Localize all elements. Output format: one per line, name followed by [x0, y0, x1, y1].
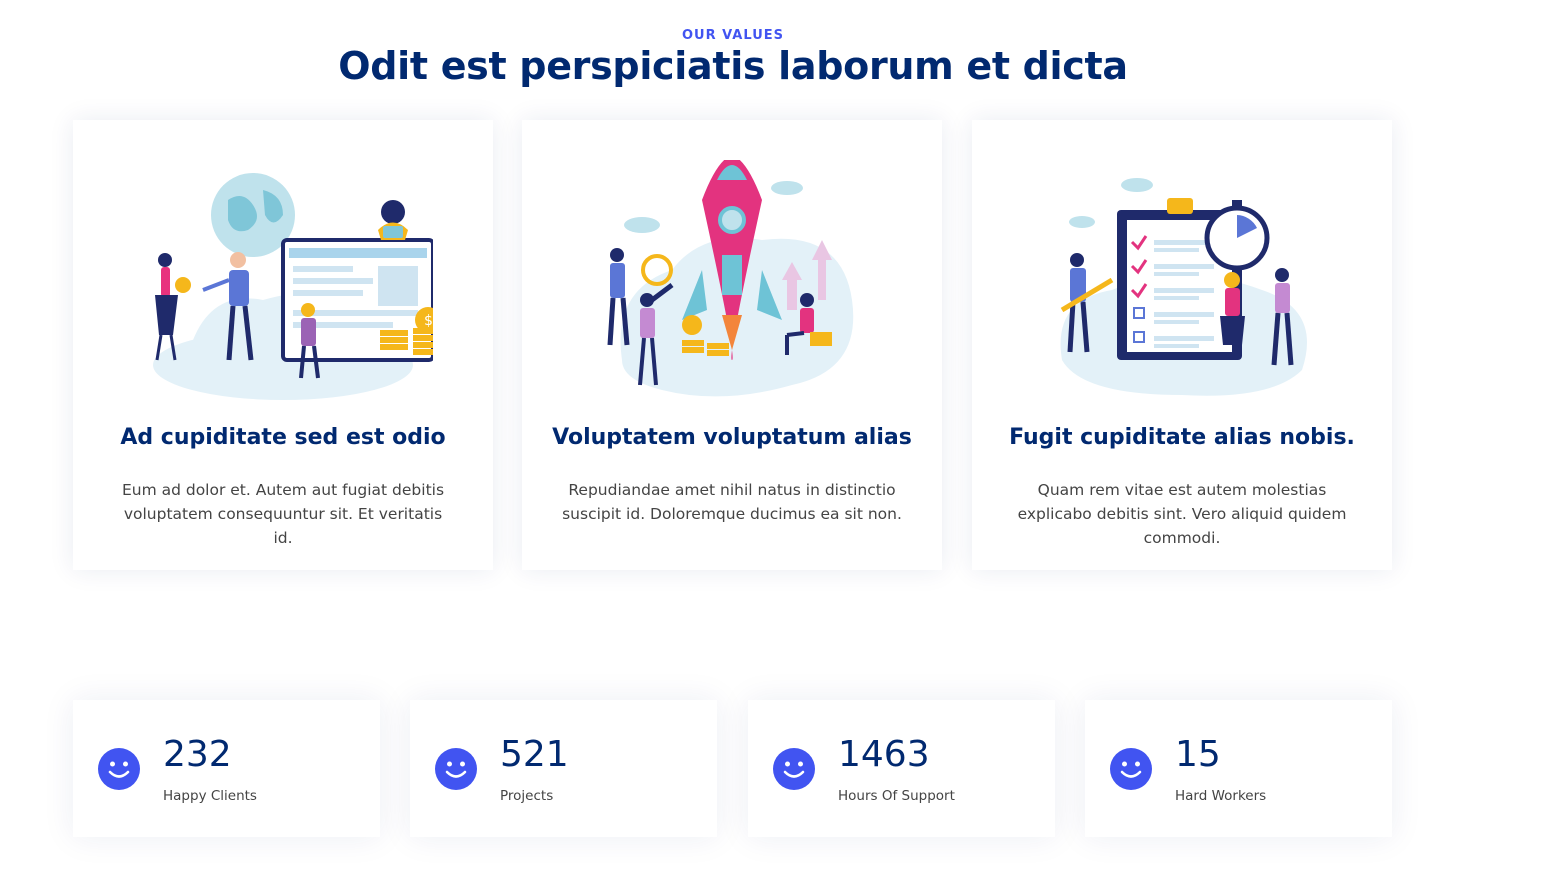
stat-label: Projects — [500, 788, 554, 804]
stat-card-projects: 521 Projects — [410, 700, 717, 837]
value-text: Quam rem vitae est autem molestias expli… — [1017, 481, 1347, 547]
value-card-2: Voluptatem voluptatum alias Repudiandae … — [522, 120, 942, 570]
stat-value: 1463 — [838, 734, 930, 775]
stat-label: Hard Workers — [1175, 788, 1267, 804]
value-text: Eum ad dolor et. Autem aut fugiat debiti… — [121, 481, 445, 547]
value-title: Fugit cupiditate alias nobis. — [1009, 425, 1355, 450]
svg-text:$: $ — [424, 313, 433, 329]
section-eyebrow: OUR VALUES — [681, 28, 784, 43]
smiley-icon — [773, 748, 815, 790]
value-text: Repudiandae amet nihil natus in distinct… — [562, 481, 902, 523]
smiley-icon — [98, 748, 140, 790]
people-globe-dashboard-illustration: $ — [153, 173, 433, 400]
stat-value: 232 — [163, 734, 232, 775]
stat-label: Happy Clients — [163, 788, 257, 804]
section-title: Odit est perspiciatis laborum et dicta — [338, 44, 1128, 88]
smiley-icon — [435, 748, 477, 790]
stat-label: Hours Of Support — [838, 788, 955, 804]
value-title: Ad cupiditate sed est odio — [120, 425, 446, 450]
value-card-3: Fugit cupiditate alias nobis. Quam rem v… — [972, 120, 1392, 570]
value-title: Voluptatem voluptatum alias — [552, 425, 912, 450]
stat-card-hours-of-support: 1463 Hours Of Support — [748, 700, 1055, 837]
rocket-launch-illustration — [607, 160, 854, 397]
stat-value: 15 — [1175, 734, 1221, 775]
clipboard-stopwatch-illustration — [1060, 178, 1307, 396]
smiley-icon — [1110, 748, 1152, 790]
value-card-1: $ Ad cupiditate sed est odio Eum ad dolo… — [73, 120, 493, 570]
stat-card-hard-workers: 15 Hard Workers — [1085, 700, 1392, 837]
stat-value: 521 — [500, 734, 569, 775]
stat-card-happy-clients: 232 Happy Clients — [73, 700, 380, 837]
